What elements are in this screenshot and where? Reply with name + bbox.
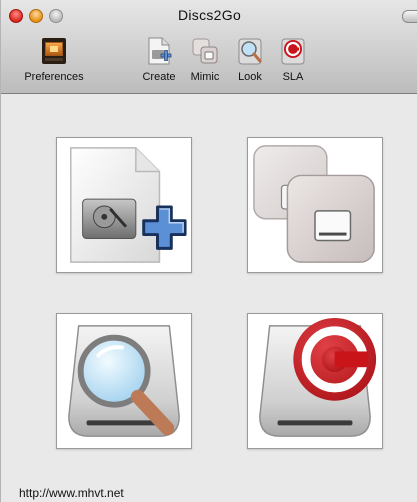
toolbar-mimic-label: Mimic [190,71,220,83]
sla-copyright-icon [281,38,305,65]
window-title: Discs2Go [177,7,242,23]
look-magnifier-icon [238,38,262,65]
create-disc-tile[interactable] [56,137,192,273]
title-toolbar: Discs2Go Preferences Create Mimic Look S… [1,0,417,94]
mimic-disc-icon [192,38,218,64]
toolbar-sla-button[interactable]: SLA [273,36,313,83]
mimic-disc-tile[interactable] [247,137,383,273]
app-window: Discs2Go Preferences Create Mimic Look S… [0,0,417,502]
look-drive-magnifier-icon [68,325,180,437]
toolbar-look-label: Look [238,71,262,83]
toolbar-create-label: Create [142,71,176,83]
toolbar-mimic-button[interactable]: Mimic [184,36,226,83]
toolbar-preferences-button[interactable]: Preferences [15,36,93,83]
look-disc-tile[interactable] [56,313,192,449]
sla-drive-copyright-icon [259,317,377,437]
toolbar-create-button[interactable]: Create [138,36,180,83]
toolbar-preferences-label: Preferences [24,71,84,83]
toolbar-toggle-button[interactable] [402,10,417,23]
toolbar-look-button[interactable]: Look [230,36,270,83]
create-disc-icon [148,37,172,65]
toolbar-sla-label: SLA [282,71,304,83]
create-disc-plus-icon [70,147,187,263]
sla-disc-tile[interactable] [247,313,383,449]
preferences-icon [42,38,66,64]
mimic-stacked-drives-icon [253,145,375,263]
website-url-text: http://www.mhvt.net [19,486,124,500]
